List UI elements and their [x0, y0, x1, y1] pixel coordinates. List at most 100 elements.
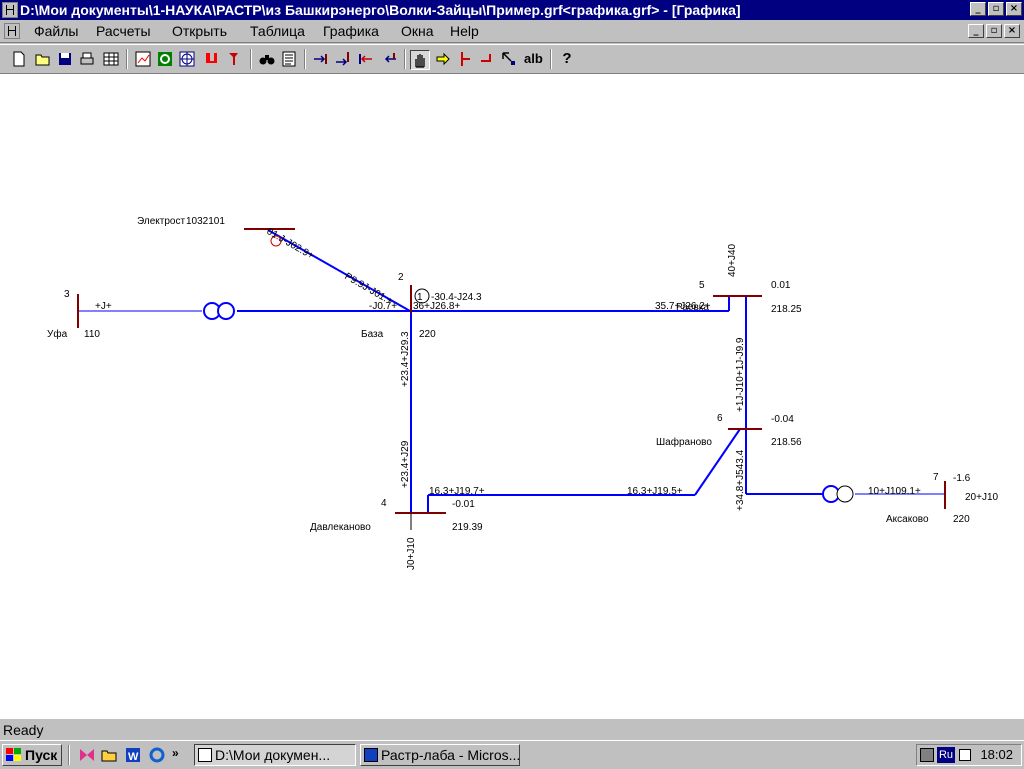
menu-graphics[interactable]: Графика: [323, 23, 379, 39]
node-name: Электрост: [137, 216, 185, 227]
pin-icon[interactable]: [226, 50, 244, 68]
node-name: База: [361, 329, 384, 340]
node-num: 4: [381, 498, 387, 509]
alb-icon[interactable]: alb: [524, 50, 546, 68]
node-name: Шафраново: [656, 436, 712, 448]
status-bar: Ready: [0, 718, 1024, 741]
grid-icon[interactable]: [178, 50, 196, 68]
speaker-icon[interactable]: [959, 749, 971, 761]
flow-left2-icon[interactable]: [380, 50, 398, 68]
ql-butterfly-icon[interactable]: [78, 746, 96, 764]
flow-right2-icon[interactable]: [334, 50, 352, 68]
transformer-aks-coil-2: [836, 485, 854, 503]
ql-ie-icon[interactable]: [148, 746, 166, 764]
node-angle: -1.6: [953, 473, 971, 484]
open-icon[interactable]: [34, 50, 52, 68]
hand-icon[interactable]: [410, 50, 430, 70]
menu-open[interactable]: Открыть: [172, 23, 227, 39]
toolbar: alb ?: [0, 44, 1024, 74]
generator-label: -30.4-J24.3: [431, 292, 482, 303]
minimize-button[interactable]: _: [970, 2, 986, 16]
windows-logo-icon: [6, 748, 21, 761]
close-button[interactable]: ×: [1006, 2, 1022, 16]
print-icon[interactable]: [78, 50, 96, 68]
mdi-minimize-button[interactable]: _: [968, 24, 984, 38]
flow-label: 10+J109.1+: [868, 486, 921, 497]
clock[interactable]: 18:02: [980, 747, 1013, 762]
magnet-icon[interactable]: [202, 50, 220, 68]
binoculars-icon[interactable]: [258, 50, 276, 68]
node-extra: 1032101: [186, 216, 225, 227]
ql-folder-icon[interactable]: [100, 746, 118, 764]
node-voltage: 220: [419, 329, 436, 340]
node-voltage: 220: [953, 514, 970, 525]
flow-label: 40+J40: [727, 243, 738, 277]
arrow-icon[interactable]: [434, 50, 452, 68]
node-name: Давлеканово: [310, 522, 371, 533]
diagram-canvas[interactable]: 3 2 5 6 4 7 1 Уфа 110 База 220 Электрост…: [0, 74, 1024, 718]
node-angle: 0.01: [771, 280, 791, 291]
node-voltage: 218.56: [771, 437, 802, 448]
title-bar: D:\Мои документы\1-НАУКА\РАСТР\из Башкир…: [0, 0, 1024, 20]
ql-more-icon[interactable]: »: [172, 746, 190, 764]
flow-label: +1J-J10+1J-J9.9: [735, 337, 746, 412]
node-angle: -0.01: [452, 499, 475, 510]
flow-label: 16.3+J19.5+: [627, 486, 683, 497]
node-icon[interactable]: [456, 50, 474, 68]
new-icon[interactable]: [10, 50, 28, 68]
node-num: 6: [717, 413, 723, 424]
node-name: Аксаково: [886, 514, 929, 525]
node-num: 2: [398, 272, 404, 283]
status-text: Ready: [3, 722, 44, 738]
save-icon[interactable]: [56, 50, 74, 68]
refresh-icon[interactable]: [156, 50, 174, 68]
flow-label: J0+J10: [406, 537, 417, 570]
menu-bar: Файлы Расчеты Открыть Таблица Графика Ок…: [0, 20, 1024, 43]
branch-icon[interactable]: [478, 50, 496, 68]
mdi-close-button[interactable]: ×: [1004, 24, 1020, 38]
flow-label: 16.3+J19.7+: [429, 486, 485, 497]
buses: [77, 228, 946, 514]
node-angle: -0.04: [771, 414, 794, 425]
system-tray: Ru 18:02: [916, 744, 1022, 766]
node-voltage: 218.25: [771, 304, 802, 315]
node-num: 3: [64, 289, 70, 300]
node-voltage: 110: [84, 329, 100, 340]
list-icon[interactable]: [280, 50, 298, 68]
task-label: Растр-лаба - Micros...: [381, 747, 520, 763]
select-icon[interactable]: [500, 50, 518, 68]
task-label: D:\Мои докумен...: [215, 747, 331, 763]
node-name: Уфа: [47, 328, 68, 340]
start-label: Пуск: [25, 747, 58, 763]
table-icon[interactable]: [102, 50, 120, 68]
menu-help[interactable]: Help: [450, 23, 479, 39]
node-num: 5: [699, 280, 705, 291]
menu-windows[interactable]: Окна: [401, 23, 434, 39]
word-icon: [364, 748, 378, 762]
app-icon[interactable]: [2, 2, 18, 18]
menu-files[interactable]: Файлы: [34, 23, 78, 39]
help-icon[interactable]: ?: [558, 50, 576, 68]
flow-left-icon[interactable]: [356, 50, 374, 68]
restore-button[interactable]: ▫: [988, 2, 1004, 16]
svg-text:W: W: [128, 751, 139, 763]
task-button[interactable]: D:\Мои докумен...: [194, 744, 356, 766]
transformer-ufa-coil-2: [217, 302, 235, 320]
doc-icon[interactable]: [4, 23, 20, 39]
mdi-restore-button[interactable]: ▫: [986, 24, 1002, 38]
language-indicator[interactable]: Ru: [937, 747, 955, 763]
flow-label: 35.7+J26.2+: [655, 301, 711, 312]
tray-app-icon[interactable]: [920, 748, 934, 762]
chart-icon[interactable]: [134, 50, 152, 68]
node-num: 7: [933, 472, 939, 483]
network-diagram: 3 2 5 6 4 7 1 Уфа 110 База 220 Электрост…: [47, 216, 999, 570]
ql-word-icon[interactable]: W: [124, 746, 142, 764]
menu-calc[interactable]: Расчеты: [96, 23, 151, 39]
app-icon: [198, 748, 212, 762]
menu-table[interactable]: Таблица: [250, 23, 305, 39]
task-button[interactable]: Растр-лаба - Micros...: [360, 744, 520, 766]
flow-label: +J+: [95, 301, 112, 312]
flow-label: 20+J10: [965, 492, 999, 503]
start-button[interactable]: Пуск: [2, 744, 62, 766]
flow-right-icon[interactable]: [312, 50, 330, 68]
